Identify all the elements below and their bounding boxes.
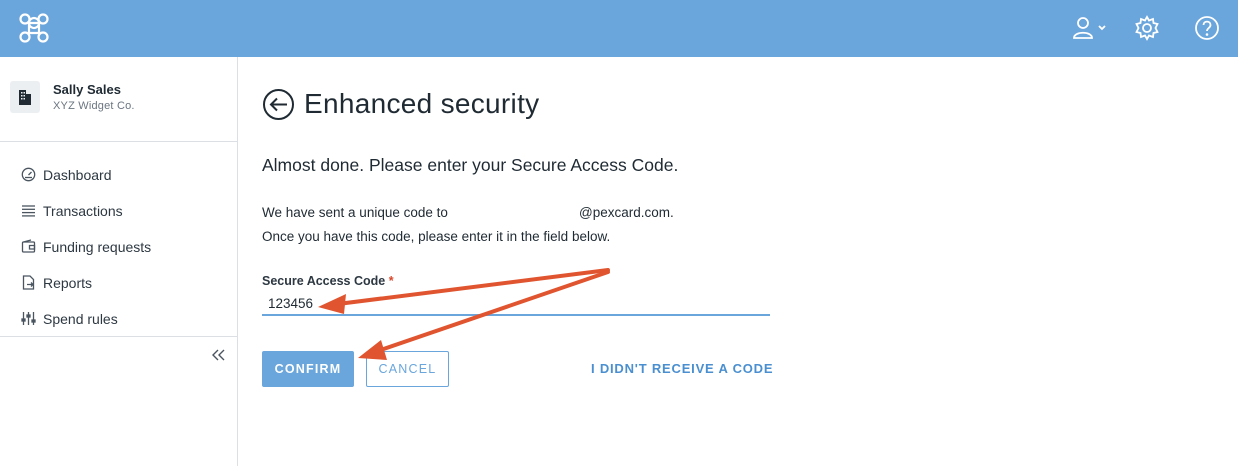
- back-arrow-icon[interactable]: [262, 88, 295, 121]
- sidebar-item-transactions[interactable]: Transactions: [0, 195, 237, 225]
- sidebar-item-label: Spend rules: [43, 311, 118, 327]
- user-block[interactable]: Sally Sales XYZ Widget Co.: [0, 57, 237, 142]
- sliders-icon: [21, 312, 36, 325]
- main-content: Enhanced security Almost done. Please en…: [238, 57, 1238, 466]
- company-avatar: [10, 81, 40, 113]
- code-field-label: Secure Access Code *: [262, 274, 394, 288]
- no-code-link[interactable]: I DIDN'T RECEIVE A CODE: [591, 361, 773, 376]
- settings-icon[interactable]: [1133, 14, 1161, 42]
- confirm-button[interactable]: CONFIRM: [262, 351, 354, 387]
- sidebar-item-dashboard[interactable]: Dashboard: [0, 159, 237, 189]
- sidebar-item-label: Reports: [43, 275, 93, 291]
- sidebar-item-funding-requests[interactable]: Funding requests: [0, 231, 237, 261]
- secure-access-code-input[interactable]: [262, 292, 770, 316]
- sidebar-item-label: Funding requests: [43, 239, 152, 255]
- sidebar-divider: [0, 336, 237, 337]
- double-chevron-left-icon[interactable]: [210, 347, 228, 363]
- app-logo-icon[interactable]: [19, 13, 49, 43]
- top-bar: [0, 0, 1238, 57]
- list-icon: [22, 205, 35, 217]
- info-text-email-domain: @pexcard.com.: [579, 205, 674, 220]
- info-text-sent-to: We have sent a unique code to: [262, 205, 448, 220]
- user-company: XYZ Widget Co.: [53, 100, 135, 112]
- dashboard-icon: [21, 167, 36, 182]
- page-subtitle: Almost done. Please enter your Secure Ac…: [262, 155, 679, 175]
- cancel-button[interactable]: CANCEL: [366, 351, 449, 387]
- sidebar: Sally Sales XYZ Widget Co. Dashboard Tra…: [0, 57, 238, 466]
- page-title: Enhanced security: [304, 88, 540, 119]
- required-mark: *: [388, 274, 394, 288]
- wallet-icon: [21, 239, 36, 253]
- report-icon: [22, 275, 35, 290]
- user-icon[interactable]: [1072, 14, 1108, 42]
- sidebar-item-spend-rules[interactable]: Spend rules: [0, 303, 237, 333]
- help-icon[interactable]: [1193, 14, 1221, 42]
- sidebar-item-reports[interactable]: Reports: [0, 267, 237, 297]
- sidebar-item-label: Dashboard: [43, 167, 112, 183]
- user-name: Sally Sales: [53, 82, 121, 97]
- info-text-instructions: Once you have this code, please enter it…: [262, 229, 611, 244]
- sidebar-item-label: Transactions: [43, 203, 123, 219]
- building-icon: [19, 90, 31, 105]
- code-field-label-text: Secure Access Code: [262, 274, 386, 288]
